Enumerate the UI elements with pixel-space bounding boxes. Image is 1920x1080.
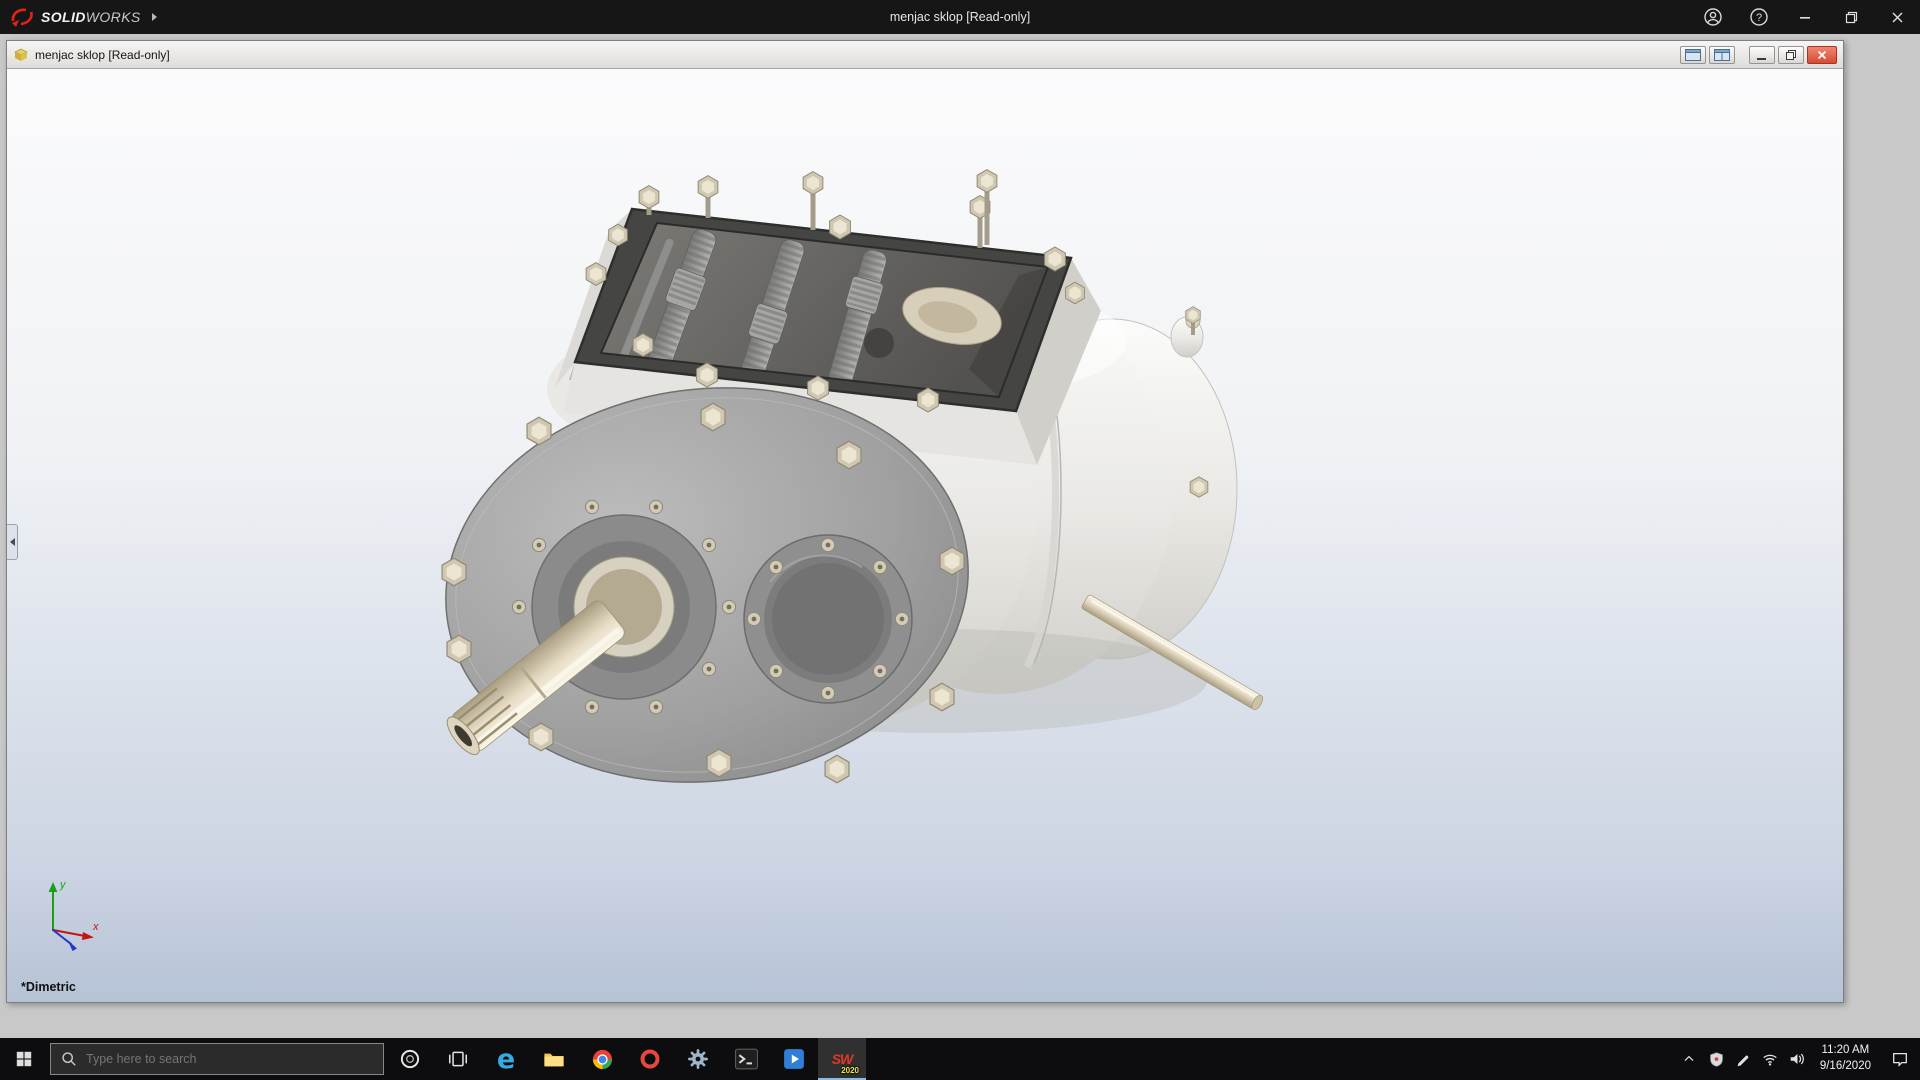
app-window-controls: ? [1690,0,1920,34]
taskbar-solidworks-button[interactable]: SW 2020 [818,1038,866,1080]
triad-y-label: y [59,879,67,891]
orientation-triad: y x [48,879,99,951]
help-icon: ? [1750,8,1768,26]
left-chevron-icon [9,538,15,546]
minimize-icon [1800,17,1810,19]
notification-center-icon [1893,1052,1907,1067]
view-orientation-label: *Dimetric [21,980,76,994]
close-icon [1817,50,1827,59]
window-pane-icon [1685,48,1701,61]
restore-icon [1786,49,1796,60]
solidworks-version-badge: 2020 [841,1066,859,1075]
volume-icon [1791,1053,1805,1065]
brand-text: SOLIDWORKS [41,9,141,25]
search-input[interactable] [86,1052,373,1066]
desktop-screen: SOLIDWORKS menjac sklop [Read-only] ? me… [0,0,1920,1080]
menu-expand-icon[interactable] [151,13,157,21]
taskbar-settings-button[interactable] [674,1038,722,1080]
solidworks-logo[interactable]: SOLIDWORKS [0,0,167,34]
video-app-icon [784,1049,804,1069]
windows-taskbar: e [0,1038,1920,1080]
document-titlebar[interactable]: menjac sklop [Read-only] [7,41,1843,69]
gearbox-3d-model[interactable] [7,69,1843,1002]
taskbar-clock[interactable]: 11:20 AM 9/16/2020 [1811,1043,1880,1074]
viewport-split-button[interactable] [1709,45,1735,64]
help-button[interactable]: ? [1736,0,1782,34]
restore-icon [1845,11,1857,23]
feature-pane-expander[interactable] [7,524,18,560]
pen-icon [1737,1055,1749,1066]
tray-network-button[interactable] [1757,1038,1784,1080]
chevron-up-icon [1684,1055,1694,1062]
cortana-icon [400,1049,420,1069]
settings-gear-icon [688,1049,708,1069]
doc-restore-button[interactable] [1778,45,1804,64]
windows-logo-icon [16,1051,32,1067]
document-title: menjac sklop [Read-only] [35,47,170,62]
window-pane-split-icon [1714,48,1730,61]
taskbar-chrome-button[interactable] [578,1038,626,1080]
taskbar-cortana-button[interactable] [386,1038,434,1080]
chrome-icon [592,1049,612,1069]
app-titlebar: SOLIDWORKS menjac sklop [Read-only] ? [0,0,1920,34]
document-window: menjac sklop [Read-only] y x *Dimetric [6,40,1844,1003]
doc-close-button[interactable] [1807,45,1837,64]
minimize-icon [1757,57,1766,60]
solidworks-app-icon: SW 2020 [831,1051,859,1075]
app-restore-button[interactable] [1828,0,1874,34]
taskbar-command-prompt-button[interactable] [722,1038,770,1080]
graphics-viewport[interactable]: y x *Dimetric [7,69,1843,1002]
tray-pen-button[interactable] [1730,1038,1757,1080]
tray-security-button[interactable] [1703,1038,1730,1080]
taskbar-task-view-button[interactable] [434,1038,482,1080]
app-close-button[interactable] [1874,0,1920,34]
taskbar-red-app-button[interactable] [626,1038,674,1080]
doc-minimize-button[interactable] [1749,45,1775,64]
notification-center-button[interactable] [1880,1038,1920,1080]
app-minimize-button[interactable] [1782,0,1828,34]
app-window-title: menjac sklop [Read-only] [889,10,1031,24]
close-icon [1892,12,1902,22]
wifi-icon [1763,1054,1778,1066]
taskbar-video-app-button[interactable] [770,1038,818,1080]
clock-time: 11:20 AM [1821,1044,1870,1057]
viewport-pane-button[interactable] [1680,45,1706,64]
red-ring-app-icon [640,1049,660,1069]
app-client-area: menjac sklop [Read-only] y x *Dimetric [0,34,1920,1038]
taskbar-file-explorer-button[interactable] [530,1038,578,1080]
task-view-icon [448,1051,468,1067]
taskbar-search[interactable] [50,1043,384,1075]
edge-icon: e [496,1043,516,1075]
triad-x-label: x [92,921,99,933]
account-icon [1704,8,1722,26]
file-explorer-icon [544,1053,564,1067]
system-tray: 11:20 AM 9/16/2020 [1676,1038,1920,1080]
command-prompt-icon [734,1048,758,1070]
clock-date: 9/16/2020 [1819,1060,1871,1072]
svg-text:?: ? [1756,12,1762,24]
taskbar-edge-button[interactable]: e [482,1038,530,1080]
search-icon [62,1052,76,1066]
solidworks-logo-mark [11,8,33,27]
security-shield-icon [1710,1051,1723,1067]
start-button[interactable] [0,1038,48,1080]
tray-expand-button[interactable] [1676,1038,1703,1080]
side-cover[interactable] [743,534,913,704]
document-window-controls [1680,45,1837,64]
assembly-document-icon [14,48,28,61]
account-button[interactable] [1690,0,1736,34]
tray-volume-button[interactable] [1784,1038,1811,1080]
